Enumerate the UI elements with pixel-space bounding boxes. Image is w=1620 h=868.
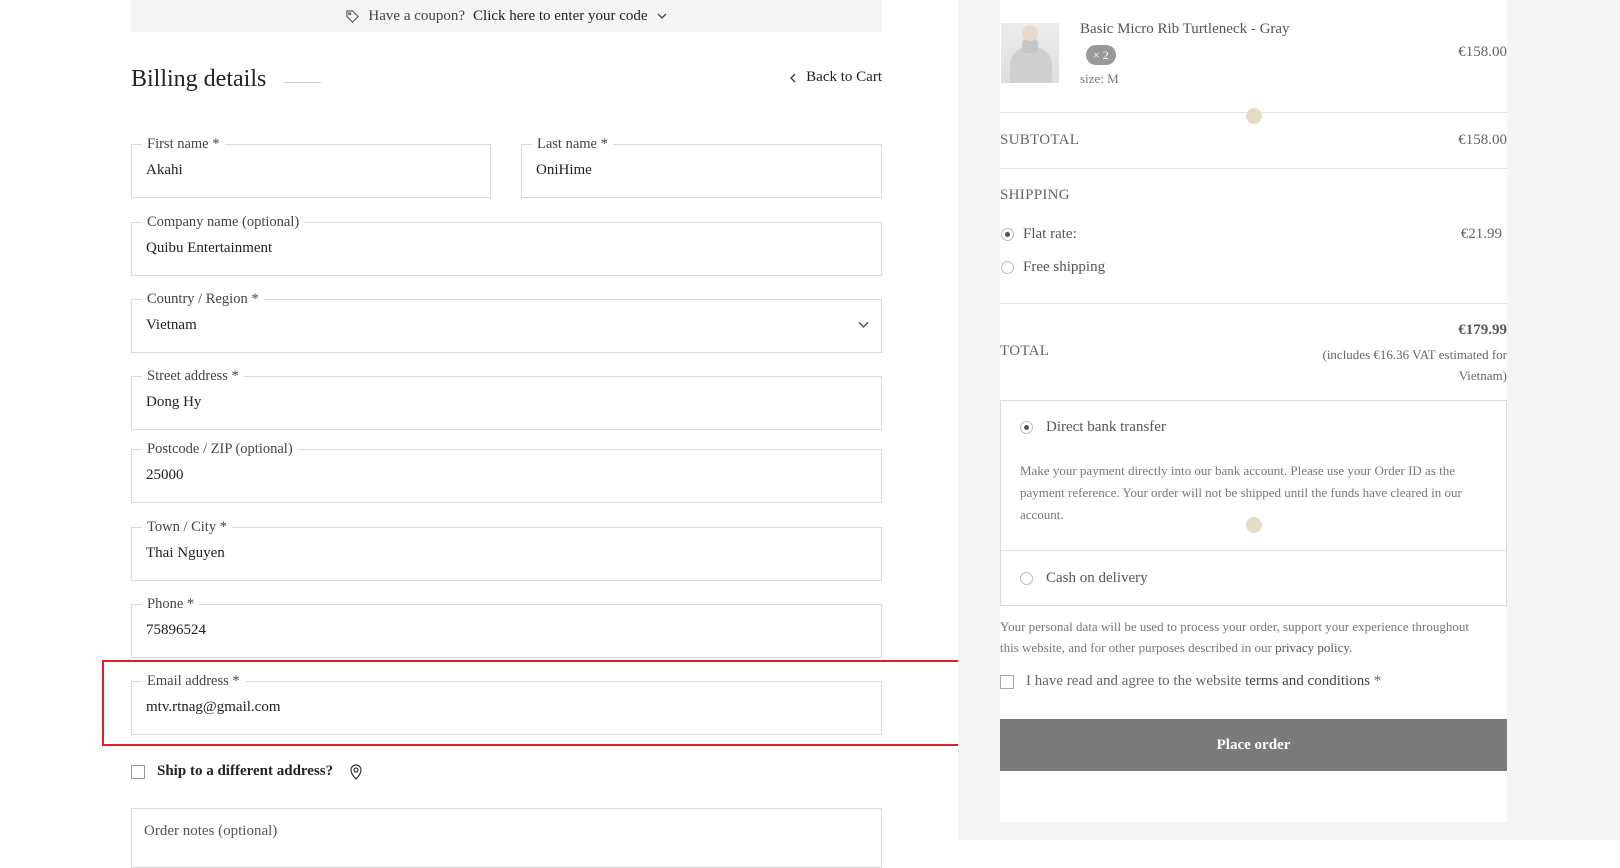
title-divider [284, 82, 321, 83]
last-name-field[interactable]: Last name * [521, 135, 882, 198]
ship-different-row[interactable]: Ship to a different address? [131, 763, 363, 780]
tag-icon [346, 9, 360, 23]
privacy-policy-link[interactable]: privacy policy. [1275, 640, 1352, 655]
company-input[interactable] [146, 240, 855, 257]
cod-radio[interactable] [1020, 572, 1033, 585]
last-name-label: Last name * [532, 135, 613, 153]
subtotal-label: SUBTOTAL [1000, 132, 1080, 148]
product-size: size: M [1080, 71, 1119, 86]
city-field[interactable]: Town / City * [131, 518, 882, 581]
email-label: Email address * [142, 672, 245, 690]
free-shipping-radio[interactable] [1001, 261, 1014, 274]
cursor-dot [1246, 108, 1262, 124]
shipping-label: SHIPPING [1000, 187, 1070, 203]
postcode-field[interactable]: Postcode / ZIP (optional) [131, 440, 882, 503]
bank-transfer-radio[interactable] [1020, 421, 1033, 434]
cursor-dot [1246, 517, 1262, 533]
cod-label[interactable]: Cash on delivery [1046, 570, 1148, 587]
chevron-left-icon [790, 73, 796, 82]
terms-label: I have read and agree to the website ter… [1026, 673, 1381, 690]
terms-link[interactable]: terms and conditions [1245, 673, 1370, 689]
divider [1001, 550, 1506, 551]
product-title: Basic Micro Rib Turtleneck - Gray [1080, 21, 1290, 37]
terms-required: * [1373, 673, 1382, 689]
country-value: Vietnam [146, 317, 197, 333]
email-input[interactable] [146, 699, 855, 716]
total-value: €179.99 [1458, 322, 1507, 338]
flat-rate-radio[interactable] [1001, 228, 1014, 241]
first-name-label: First name * [142, 135, 225, 153]
billing-title: Billing details [131, 66, 267, 92]
divider [1000, 168, 1507, 169]
place-order-button[interactable]: Place order [1000, 719, 1507, 771]
free-shipping-label[interactable]: Free shipping [1023, 259, 1105, 276]
ship-different-checkbox[interactable] [131, 764, 145, 779]
quantity-badge: × 2 [1086, 44, 1116, 65]
coupon-bar[interactable]: Have a coupon? Click here to enter your … [131, 0, 882, 32]
terms-row[interactable]: I have read and agree to the website ter… [1000, 673, 1381, 690]
privacy-notice: Your personal data will be used to proce… [1000, 616, 1490, 658]
flat-rate-label[interactable]: Flat rate: [1023, 226, 1077, 243]
back-to-cart-label: Back to Cart [806, 69, 882, 85]
privacy-text: Your personal data will be used to proce… [1000, 619, 1469, 655]
street-label: Street address * [142, 367, 244, 385]
coupon-link[interactable]: Click here to enter your code [473, 8, 648, 25]
product-price: €158.00 [1458, 44, 1507, 60]
chevron-down-icon [858, 322, 869, 328]
city-input[interactable] [146, 545, 855, 562]
product-thumbnail[interactable] [1001, 23, 1059, 83]
subtotal-value: €158.00 [1458, 132, 1507, 148]
divider [1000, 303, 1507, 304]
chevron-down-icon [657, 13, 667, 19]
bank-transfer-label[interactable]: Direct bank transfer [1046, 419, 1166, 436]
payment-methods: Direct bank transfer Make your payment d… [1000, 400, 1507, 606]
phone-field[interactable]: Phone * [131, 595, 882, 658]
country-label: Country / Region * [142, 290, 264, 308]
country-select[interactable]: Country / Region * Vietnam [131, 290, 882, 353]
last-name-input[interactable] [536, 162, 855, 179]
ship-different-label: Ship to a different address? [157, 763, 334, 779]
company-label: Company name (optional) [142, 213, 305, 231]
order-notes-label: Order notes (optional) [144, 823, 278, 839]
back-to-cart-link[interactable]: Back to Cart [789, 69, 882, 86]
checkout-page: Have a coupon? Click here to enter your … [0, 0, 1620, 868]
street-field[interactable]: Street address * [131, 367, 882, 430]
coupon-text: Have a coupon? [368, 7, 466, 24]
first-name-field[interactable]: First name * [131, 135, 491, 198]
location-pin-icon [350, 763, 362, 780]
postcode-label: Postcode / ZIP (optional) [142, 440, 298, 458]
total-vat-note: (includes €16.36 VAT estimated for Vietn… [1322, 347, 1507, 383]
postcode-input[interactable] [146, 467, 855, 484]
terms-checkbox[interactable] [1000, 674, 1014, 689]
order-notes-field[interactable]: Order notes (optional) [131, 808, 882, 868]
terms-text: I have read and agree to the website [1026, 673, 1242, 689]
flat-rate-price: €21.99 [1460, 226, 1502, 242]
phone-label: Phone * [142, 595, 200, 613]
company-field[interactable]: Company name (optional) [131, 213, 882, 276]
first-name-input[interactable] [146, 162, 464, 179]
email-field[interactable]: Email address * [131, 672, 882, 735]
total-label: TOTAL [1000, 343, 1050, 359]
billing-header: Billing details Back to Cart [131, 62, 882, 102]
city-label: Town / City * [142, 518, 232, 536]
phone-input[interactable] [146, 622, 855, 639]
street-input[interactable] [146, 394, 855, 411]
product-name: Basic Micro Rib Turtleneck - Gray × 2 [1080, 17, 1320, 67]
